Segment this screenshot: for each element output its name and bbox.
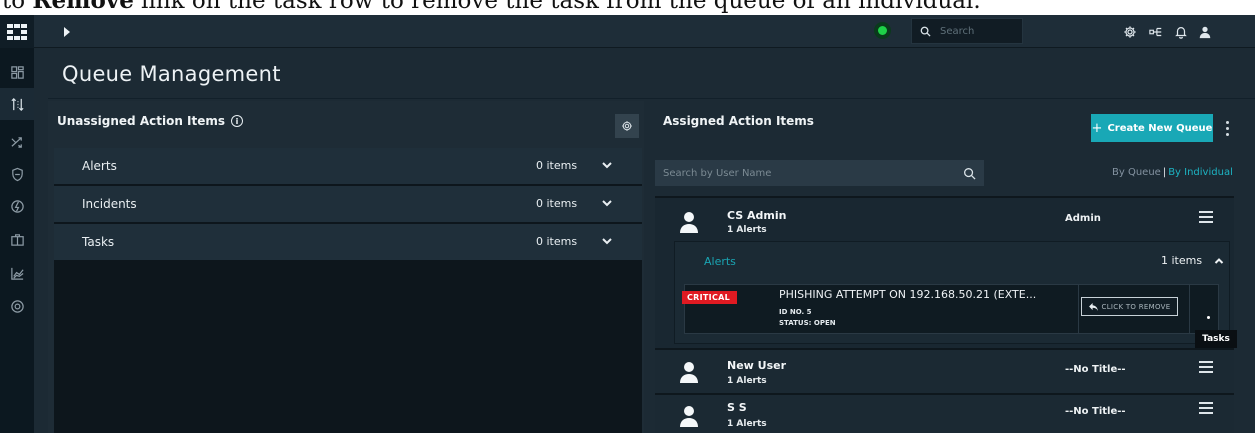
- queue-list-icon[interactable]: [1199, 361, 1213, 373]
- row-label: Alerts: [82, 159, 117, 173]
- briefcase-icon[interactable]: [0, 223, 34, 255]
- settings-circle-icon[interactable]: [0, 290, 34, 322]
- user-role: --No Title--: [1065, 364, 1126, 375]
- user-avatar-icon: [680, 406, 698, 427]
- unassigned-row-alerts[interactable]: Alerts 0 items: [54, 148, 642, 185]
- task-title[interactable]: PHISHING ATTEMPT ON 192.168.50.21 (EXTE.…: [779, 288, 1036, 301]
- cursor-dot: [1207, 316, 1210, 319]
- top-bar: [34, 15, 1255, 48]
- user-alert-count: 1 Alerts: [727, 225, 767, 235]
- user-avatar-icon: [680, 212, 698, 233]
- user-alert-count: 1 Alerts: [727, 376, 767, 386]
- user-search-input[interactable]: [663, 167, 963, 179]
- by-queue-link[interactable]: By Queue: [1112, 167, 1161, 178]
- task-id: ID NO. 5: [779, 308, 812, 316]
- user-name: S S: [727, 401, 747, 414]
- queue-list-icon[interactable]: [1199, 402, 1213, 414]
- logo-icon[interactable]: [0, 15, 34, 48]
- user-name: New User: [727, 359, 787, 372]
- plus-icon: +: [1091, 120, 1103, 136]
- global-search[interactable]: [911, 18, 1023, 44]
- shield-icon[interactable]: [0, 158, 34, 190]
- chevron-up-icon[interactable]: [1213, 255, 1225, 267]
- click-to-remove-button[interactable]: CLICK TO REMOVE: [1081, 297, 1178, 316]
- section-count: 1 items: [1161, 254, 1203, 267]
- assigned-title: Assigned Action Items: [663, 114, 814, 128]
- chart-icon[interactable]: [0, 257, 34, 289]
- user-role: Admin: [1065, 213, 1101, 224]
- row-count: 0 items: [536, 159, 578, 172]
- gear-icon: [622, 121, 632, 131]
- page-title: Queue Management: [62, 62, 281, 86]
- create-queue-label: Create New Queue: [1107, 122, 1213, 134]
- status-indicator: [878, 26, 887, 35]
- unassigned-settings-button[interactable]: [615, 114, 639, 138]
- user-role: --No Title--: [1065, 406, 1126, 417]
- user-alert-count: 1 Alerts: [727, 419, 767, 429]
- toggle-separator: |: [1162, 167, 1167, 178]
- remove-label: CLICK TO REMOVE: [1101, 302, 1171, 311]
- search-icon[interactable]: [963, 167, 976, 180]
- view-toggle: By Queue | By Individual: [1112, 167, 1233, 178]
- title-divider: [48, 98, 1255, 99]
- user-search[interactable]: [655, 160, 984, 186]
- shuffle-icon[interactable]: [0, 126, 34, 158]
- global-search-input[interactable]: [940, 25, 1008, 37]
- user-card-s-s[interactable]: S S 1 Alerts --No Title--: [655, 393, 1234, 433]
- by-individual-link[interactable]: By Individual: [1168, 167, 1233, 178]
- create-queue-button[interactable]: + Create New Queue: [1091, 114, 1213, 142]
- unassigned-title: Unassigned Action Items: [57, 114, 226, 128]
- caption-suffix: link on the task row to remove the task …: [133, 0, 981, 14]
- task-status: STATUS: OPEN: [779, 319, 836, 327]
- more-options-icon[interactable]: [1220, 116, 1234, 140]
- bolt-icon[interactable]: [0, 190, 34, 222]
- search-icon: [920, 26, 931, 37]
- caption-prefix: to: [2, 0, 33, 14]
- queue-list-icon[interactable]: [1199, 211, 1213, 223]
- unassigned-header: Unassigned Action Items i: [57, 114, 244, 128]
- row-count: 0 items: [536, 235, 578, 248]
- user-name: CS Admin: [727, 209, 787, 222]
- user-profile-icon[interactable]: [1192, 15, 1218, 48]
- unassigned-row-incidents[interactable]: Incidents 0 items: [54, 186, 642, 223]
- bell-icon[interactable]: [1168, 15, 1194, 48]
- expand-nav-icon[interactable]: [52, 15, 82, 48]
- caption-bold: Remove: [32, 0, 134, 14]
- connection-status-icon: [874, 22, 891, 39]
- reply-arrow-icon: [1088, 302, 1098, 311]
- network-icon[interactable]: [1143, 15, 1169, 48]
- queue-icon[interactable]: [0, 88, 34, 120]
- severity-badge: CRITICAL: [682, 291, 737, 304]
- unassigned-row-tasks[interactable]: Tasks 0 items: [54, 224, 642, 261]
- user-avatar-icon: [680, 362, 698, 383]
- row-label: Incidents: [82, 197, 137, 211]
- user-card-new-user[interactable]: New User 1 Alerts --No Title--: [655, 348, 1234, 393]
- tasks-tooltip: Tasks: [1195, 330, 1237, 348]
- info-icon[interactable]: i: [231, 115, 244, 127]
- row-label: Tasks: [82, 235, 115, 249]
- section-label[interactable]: Alerts: [704, 255, 736, 268]
- chevron-down-icon[interactable]: [600, 234, 614, 248]
- instruction-caption: to Remove link on the task row to remove…: [0, 0, 1255, 16]
- app-window: to Remove link on the task row to remove…: [0, 0, 1255, 433]
- chevron-down-icon[interactable]: [600, 158, 614, 172]
- dashboard-icon[interactable]: [0, 56, 34, 88]
- row-count: 0 items: [536, 197, 578, 210]
- gear-icon[interactable]: [1117, 15, 1143, 48]
- chevron-down-icon[interactable]: [600, 196, 614, 210]
